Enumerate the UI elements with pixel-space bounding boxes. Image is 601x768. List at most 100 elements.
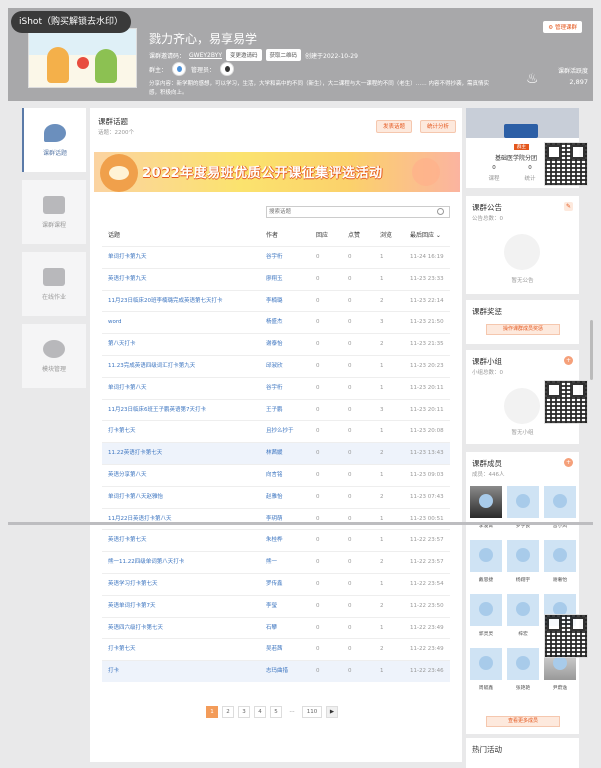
page-button[interactable]: 110 [302, 706, 322, 718]
topic-link[interactable]: word [108, 312, 258, 333]
member-item[interactable]: 晋小风 [544, 486, 576, 536]
author-link[interactable]: 吴若茜 [266, 639, 316, 660]
author-link[interactable]: 谢泰怡 [266, 334, 316, 355]
author-link[interactable]: 李瑩 [266, 596, 316, 617]
table-row[interactable]: 英语分享第八天 向言铭 0 0 1 11-23 09:03 [102, 463, 450, 486]
table-row[interactable]: 打卡第七天 吴若茜 0 0 2 11-22 23:49 [102, 638, 450, 660]
member-item[interactable]: 罗学良 [507, 486, 539, 536]
page-button[interactable]: 2 [222, 706, 234, 718]
add-group-icon[interactable]: + [564, 356, 573, 365]
table-row[interactable]: 英语打卡第九天 廖翔玉 0 0 1 11-23 23:33 [102, 267, 450, 290]
member-item[interactable]: 李凌霄 [470, 486, 502, 536]
author-link[interactable]: 廖翔玉 [266, 269, 316, 290]
author-link[interactable]: 朱桂桦 [266, 530, 316, 551]
author-link[interactable]: 李楠璐 [266, 291, 316, 312]
author-link[interactable]: 赵雅怡 [266, 487, 316, 508]
table-row[interactable]: 第八天打卡 谢泰怡 0 0 2 11-23 21:35 [102, 333, 450, 355]
topic-link[interactable]: 单词打卡第八天赵雅怡 [108, 487, 258, 508]
edit-icon[interactable]: ✎ [564, 202, 573, 211]
add-member-icon[interactable]: + [564, 458, 573, 467]
owner-avatar[interactable] [172, 62, 187, 76]
topic-link[interactable]: 单词打卡第九天 [108, 247, 258, 268]
scrollbar[interactable] [590, 320, 593, 380]
member-item[interactable]: 梓宏 [507, 594, 539, 644]
nav-item-modules[interactable]: 模块管理 [22, 324, 86, 388]
page-button[interactable]: 5 [270, 706, 282, 718]
topic-link[interactable]: 11.22英语打卡第七天 [108, 443, 258, 464]
publish-topic-button[interactable]: 发表话题 [376, 120, 413, 133]
search-icon[interactable] [437, 208, 444, 215]
next-page-icon[interactable]: ▶ [326, 706, 338, 718]
member-item[interactable]: 周毓鑫 [470, 648, 502, 698]
author-link[interactable]: 且抄么抄于 [266, 421, 316, 442]
member-item[interactable]: 郭灵灵 [470, 594, 502, 644]
manage-group-button[interactable]: ⚙ 管理课群 [543, 21, 582, 33]
author-link[interactable]: 王子鹏 [266, 400, 316, 421]
topic-link[interactable]: 英语学习打卡第七天 [108, 574, 258, 595]
award-button[interactable]: 操作课群成员奖惩 [486, 324, 560, 335]
author-link[interactable]: 李玥萌 [266, 509, 316, 530]
topic-link[interactable]: 英语打卡第七天 [108, 530, 258, 551]
author-link[interactable]: 志玛曲措 [266, 661, 316, 682]
topic-link[interactable]: 英语分享第八天 [108, 465, 258, 486]
author-link[interactable]: 石攀 [266, 618, 316, 639]
table-row[interactable]: 11.22英语打卡第七天 林茜媛 0 0 2 11-23 13:43 [102, 442, 450, 464]
page-button[interactable]: 3 [238, 706, 250, 718]
member-item[interactable]: 谢奢怡 [544, 540, 576, 590]
author-link[interactable]: 向言铭 [266, 465, 316, 486]
topic-link[interactable]: 英语四六级打卡第七天 [108, 618, 258, 639]
nav-item-courses[interactable]: 课群课程 [22, 180, 86, 244]
topic-link[interactable]: 11.23完成英语四级词汇打卡第九天 [108, 356, 258, 377]
table-row[interactable]: 11月23日临床6班王子鹏英语第7天打卡 王子鹏 0 0 3 11-23 20:11 [102, 398, 450, 421]
page-button[interactable]: 4 [254, 706, 266, 718]
table-row[interactable]: 英语四六级打卡第七天 石攀 0 0 1 11-22 23:49 [102, 616, 450, 639]
table-row[interactable]: word 杨盛杰 0 0 3 11-23 21:50 [102, 311, 450, 333]
table-row[interactable]: 单词打卡第九天 谷宇桁 0 0 1 11-24 16:19 [102, 246, 450, 268]
table-row[interactable]: 英语打卡第七天 朱桂桦 0 0 1 11-22 23:57 [102, 529, 450, 551]
table-row[interactable]: 熊一11.22四级单词第八天打卡 熊一 0 0 2 11-22 23:57 [102, 551, 450, 573]
change-code-button[interactable]: 变更邀请码 [226, 49, 262, 61]
topic-link[interactable]: 打卡 [108, 661, 258, 682]
author-link[interactable]: 谷宇桁 [266, 378, 316, 399]
author-link[interactable]: 邱淑欣 [266, 356, 316, 377]
topic-link[interactable]: 11月22日英语打卡第八天 [108, 509, 258, 530]
admin-avatar[interactable] [220, 62, 235, 76]
author-link[interactable]: 罗传鑫 [266, 574, 316, 595]
get-qr-button[interactable]: 获取二维码 [265, 49, 302, 61]
topic-link[interactable]: 打卡第七天 [108, 421, 258, 442]
table-row[interactable]: 11.23完成英语四级词汇打卡第九天 邱淑欣 0 0 1 11-23 20:23 [102, 354, 450, 377]
topic-link[interactable]: 11月23日临床6班王子鹏英语第7天打卡 [108, 400, 258, 421]
more-members-button[interactable]: 查看更多成员 [486, 716, 560, 727]
invite-code[interactable]: GWEY2BYY [189, 52, 222, 59]
stats-button[interactable]: 统计分析 [420, 120, 457, 133]
topic-link[interactable]: 熊一11.22四级单词第八天打卡 [108, 552, 258, 573]
author-link[interactable]: 林茜媛 [266, 443, 316, 464]
topic-link[interactable]: 第八天打卡 [108, 334, 258, 355]
author-link[interactable]: 谷宇桁 [266, 247, 316, 268]
nav-item-homework[interactable]: 在线作业 [22, 252, 86, 316]
table-row[interactable]: 打卡第七天 且抄么抄于 0 0 1 11-23 20:08 [102, 420, 450, 442]
topic-search-input[interactable] [266, 206, 450, 218]
member-item[interactable]: 张艳艳 [507, 648, 539, 698]
table-row[interactable]: 单词打卡第八天赵雅怡 赵雅怡 0 0 2 11-23 07:43 [102, 485, 450, 508]
author-link[interactable]: 杨盛杰 [266, 312, 316, 333]
table-row[interactable]: 英语学习打卡第七天 罗传鑫 0 0 1 11-22 23:54 [102, 572, 450, 595]
topic-link[interactable]: 英语打卡第九天 [108, 269, 258, 290]
col-last-reply[interactable]: 最后回应 ⌄ [410, 230, 454, 239]
table-row[interactable]: 打卡 志玛曲措 0 0 1 11-22 23:46 [102, 660, 450, 682]
table-row[interactable]: 英语单词打卡第7天 李瑩 0 0 2 11-22 23:50 [102, 594, 450, 617]
topic-link[interactable]: 打卡第七天 [108, 639, 258, 660]
author-link[interactable]: 熊一 [266, 552, 316, 573]
member-item[interactable]: 戴思捷 [470, 540, 502, 590]
member-item[interactable]: 杨翔宇 [507, 540, 539, 590]
topic-link[interactable]: 单词打卡第八天 [108, 378, 258, 399]
table-row[interactable]: 单词打卡第八天 谷宇桁 0 0 1 11-23 20:11 [102, 376, 450, 399]
table-row[interactable]: 11月23日临床20班李楠璐完成英语第七天打卡 李楠璐 0 0 2 11-23 22:14 [102, 289, 450, 312]
nav-item-topics[interactable]: 课群话题 [22, 108, 86, 172]
table-row[interactable]: 11月22日英语打卡第八天 李玥萌 0 0 1 11-23 00:51 [102, 507, 450, 530]
topic-link[interactable]: 英语单词打卡第7天 [108, 596, 258, 617]
promo-banner[interactable]: 2022年度易班优质公开课征集评选活动 [94, 152, 460, 192]
topic-link[interactable]: 11月23日临床20班李楠璐完成英语第七天打卡 [108, 291, 258, 312]
notice-empty: 暂无公告 [511, 278, 534, 284]
page-button[interactable]: 1 [206, 706, 218, 718]
